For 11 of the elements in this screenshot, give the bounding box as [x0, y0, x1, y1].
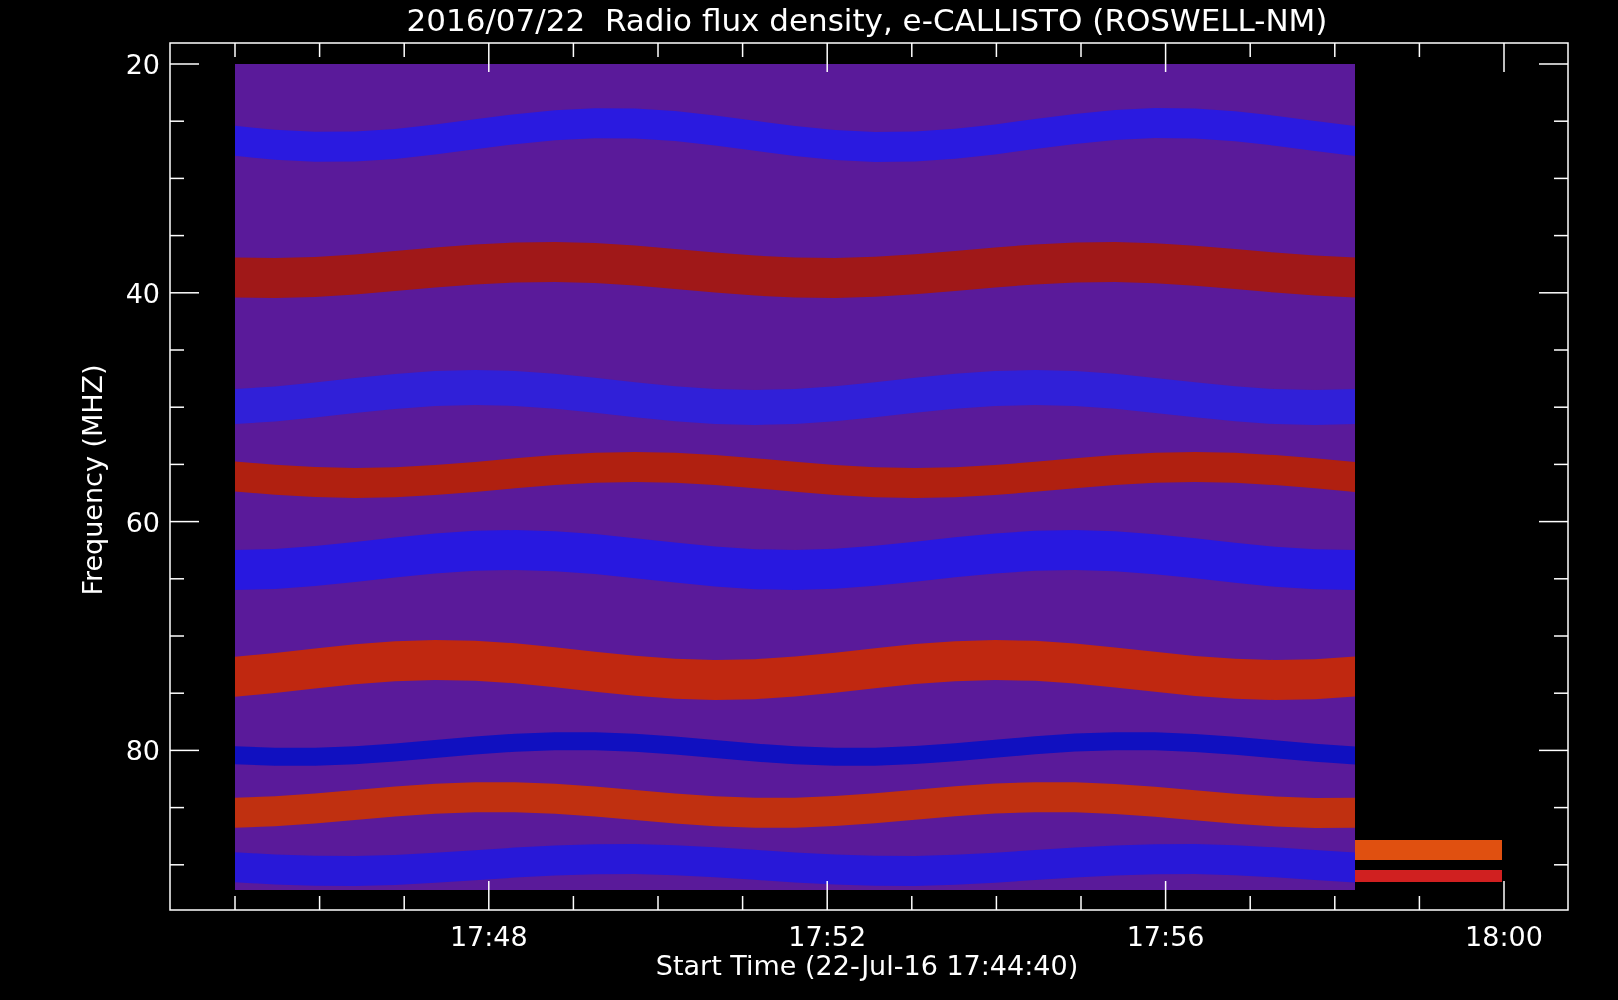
axis-title: Frequency (MHZ) [77, 364, 108, 596]
axis-tick-label: 20 [125, 49, 160, 80]
axis-tick-label: 17:56 [1126, 921, 1205, 952]
axis-tick-label: 40 [125, 277, 160, 309]
axis-tick-label: 18:00 [1465, 921, 1543, 952]
axis-tick-label: 17:52 [788, 921, 867, 952]
axis-tick-label: 80 [125, 735, 160, 767]
chart-title: 2016/07/22 Radio flux density, e-CALLISTO (ROSWELL-NM) [406, 2, 1328, 38]
axis-tick-label: 60 [125, 506, 160, 538]
axis-title: Start Time (22-Jul-16 17:44:40) [655, 950, 1079, 981]
axis-tick-label: 17:48 [449, 921, 528, 952]
